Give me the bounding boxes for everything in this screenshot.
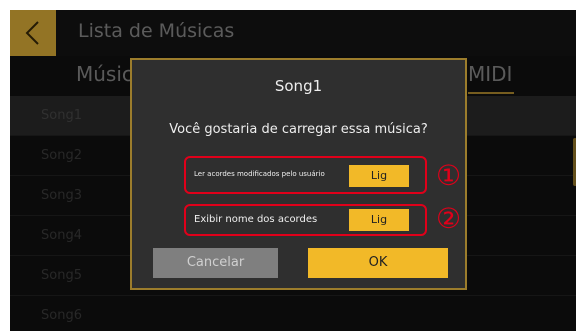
chord-names-toggle-button[interactable]: Lig xyxy=(349,209,409,231)
option-user-chords: Ler acordes modificados pelo usuário Lig xyxy=(184,156,427,194)
load-song-dialog: Song1 Você gostaria de carregar essa mús… xyxy=(130,58,467,290)
ok-button[interactable]: OK xyxy=(308,248,448,278)
dialog-title: Song1 xyxy=(274,77,323,95)
annotation-marker-1: ① xyxy=(436,159,462,192)
cancel-button[interactable]: Cancelar xyxy=(153,248,278,278)
option-user-chords-label: Ler acordes modificados pelo usuário xyxy=(194,170,325,178)
option-chord-names: Exibir nome dos acordes Lig xyxy=(184,204,427,236)
option-chord-names-label: Exibir nome dos acordes xyxy=(194,214,318,225)
dialog-question: Você gostaria de carregar essa música? xyxy=(169,122,428,137)
annotation-marker-2: ② xyxy=(436,202,462,235)
app-screen: Lista de Músicas Músic MIDI Song1 Song2 … xyxy=(10,10,576,331)
user-chords-toggle-button[interactable]: Lig xyxy=(349,165,409,187)
